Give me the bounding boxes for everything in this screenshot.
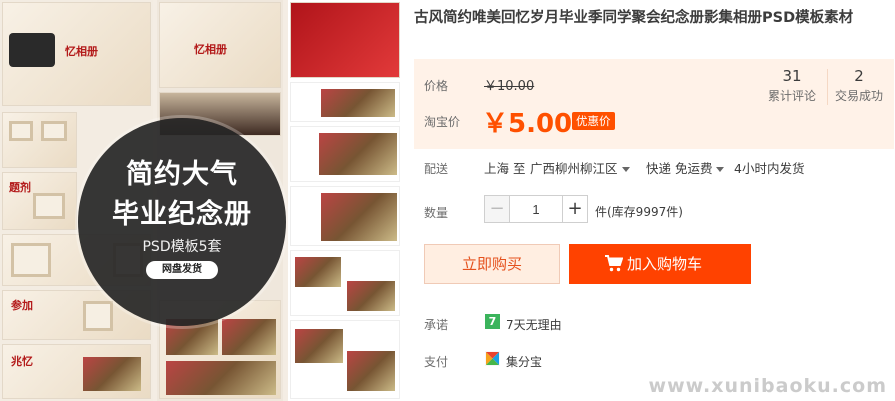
shipping-from: 上海 至 xyxy=(484,161,526,176)
buy-now-button[interactable]: 立即购买 xyxy=(424,244,560,284)
quantity-increment-button[interactable]: + xyxy=(562,195,588,223)
add-to-cart-label: 加入购物车 xyxy=(627,255,703,273)
stock-info: 件(库存9997件) xyxy=(595,205,683,219)
template-thumb-camera: 忆相册 xyxy=(2,2,151,106)
promo-price-tag: 优惠价 xyxy=(572,112,615,130)
template-thumb-page-2 xyxy=(290,126,400,182)
template-thumb-frames-5: 兆忆 xyxy=(2,344,151,399)
transaction-label: 交易成功 xyxy=(834,89,883,103)
shipping-dispatch-time: 4小时内发货 xyxy=(734,161,805,176)
stat-transactions[interactable]: 2 交易成功 xyxy=(829,67,889,104)
payment-value[interactable]: 集分宝 xyxy=(506,353,542,370)
template-thumb-page-5 xyxy=(290,320,400,399)
promo-badge: 简约大气 毕业纪念册 PSD模板5套 网盘发货 xyxy=(78,118,286,326)
badge-delivery-pill: 网盘发货 xyxy=(146,261,218,279)
template-thumb-frames-1 xyxy=(2,112,77,168)
quantity-label: 数量 xyxy=(424,206,449,220)
badge-subtitle: PSD模板5套 xyxy=(142,239,222,255)
review-label: 累计评论 xyxy=(767,89,816,103)
shipping-label: 配送 xyxy=(424,162,449,176)
cart-icon xyxy=(605,255,623,272)
payment-label: 支付 xyxy=(424,355,449,369)
price-panel: 价格 ￥10.00 淘宝价 ￥5.00 优惠价 31 累计评论 2 交易成功 xyxy=(414,59,894,149)
badge-title-line1: 简约大气 xyxy=(126,159,238,190)
product-title: 古风简约唯美回忆岁月毕业季同学聚会纪念册影集相册PSD模板素材 xyxy=(414,10,854,26)
jifenbao-icon xyxy=(485,351,500,366)
quantity-decrement-button[interactable]: − xyxy=(484,195,510,223)
shipping-method-select[interactable]: 快递 免运费 xyxy=(646,158,725,177)
product-image-gallery[interactable]: 忆相册 题剂 参加 兆忆 忆相册 简约大气 毕业纪念册 PSD模板5套 网盘发货 xyxy=(0,0,402,401)
template-thumb-page-3 xyxy=(290,186,400,246)
gallery-column-3 xyxy=(288,0,402,401)
template-thumb-tree: 忆相册 xyxy=(159,2,281,88)
price-label: 价格 xyxy=(424,79,449,93)
caret-down-icon xyxy=(621,167,630,172)
transaction-count: 2 xyxy=(854,67,864,85)
original-price: ￥10.00 xyxy=(484,79,535,94)
seven-day-return-icon: 7 xyxy=(485,314,500,329)
template-thumb-page-4 xyxy=(290,250,400,316)
current-price: ￥5.00 xyxy=(482,109,573,139)
badge-title-line2: 毕业纪念册 xyxy=(112,199,252,230)
template-thumb-red-cover xyxy=(290,2,400,78)
review-count: 31 xyxy=(782,67,802,85)
shipping-destination: 广西柳州柳江区 xyxy=(530,161,618,176)
quantity-input[interactable] xyxy=(510,195,562,223)
caret-down-icon xyxy=(716,167,725,172)
stat-reviews[interactable]: 31 累计评论 xyxy=(762,67,822,104)
taobao-price-label: 淘宝价 xyxy=(424,115,461,129)
shipping-method: 快递 免运费 xyxy=(646,161,713,176)
promise-value[interactable]: 7天无理由 xyxy=(506,316,562,333)
template-thumb-frames-2: 题剂 xyxy=(2,172,77,230)
add-to-cart-button[interactable]: 加入购物车 xyxy=(569,244,751,284)
site-watermark: www.xunibaoku.com xyxy=(648,375,887,397)
stats-divider xyxy=(827,69,828,105)
template-thumb-page-1 xyxy=(290,82,400,122)
promise-label: 承诺 xyxy=(424,318,449,332)
shipping-destination-select[interactable]: 广西柳州柳江区 xyxy=(530,158,630,177)
